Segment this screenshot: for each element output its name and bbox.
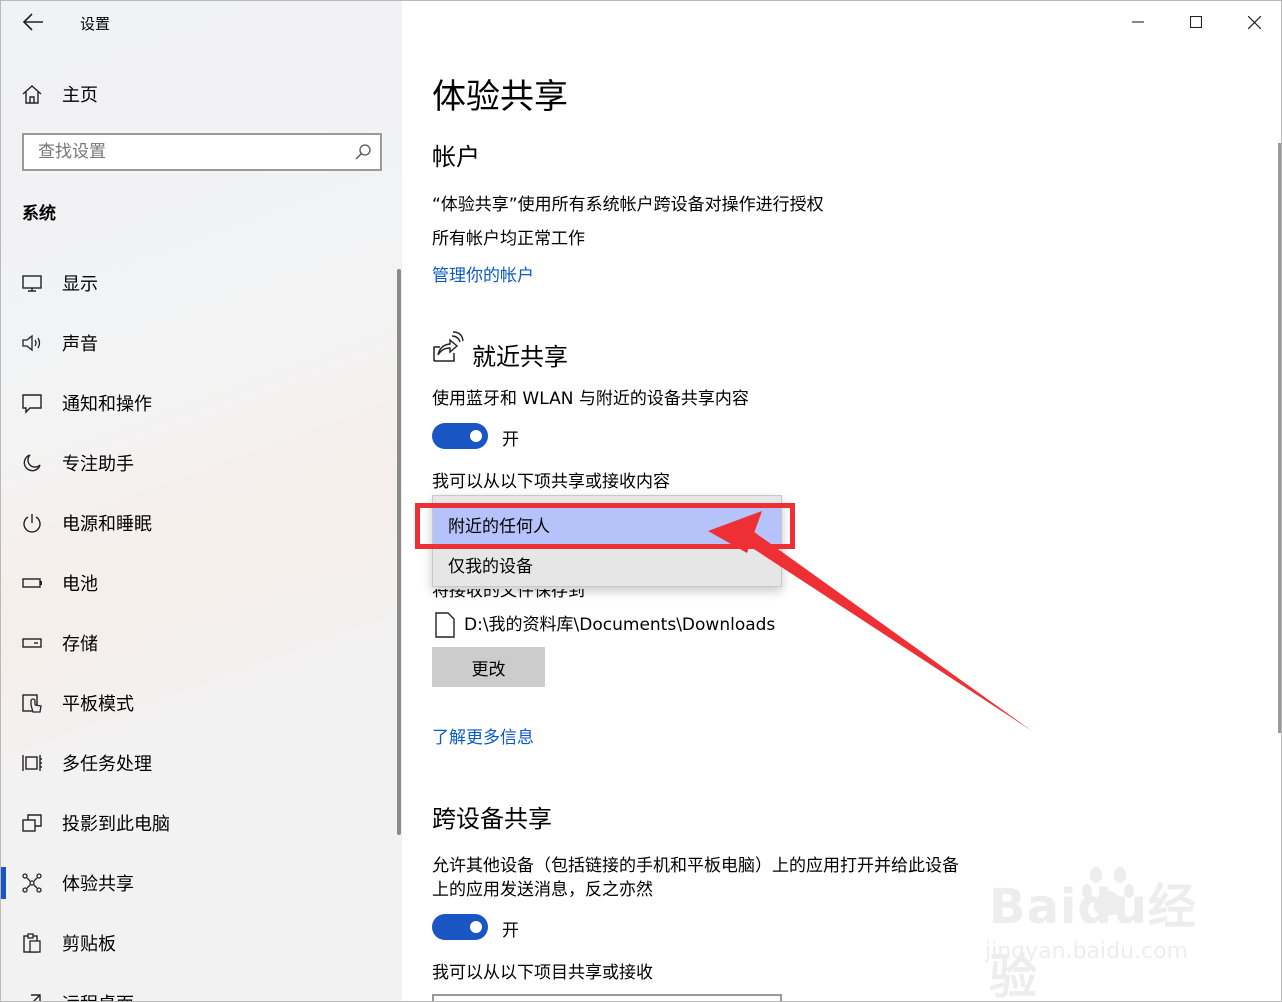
sidebar-item-clipboard[interactable]: 剪贴板	[1, 913, 401, 973]
sidebar-item-projection[interactable]: 投影到此电脑	[1, 793, 401, 853]
sidebar-item-label: 主页	[62, 85, 98, 106]
close-button[interactable]	[1225, 1, 1281, 43]
nearby-sharing-toggle[interactable]	[432, 423, 488, 449]
learn-more-link[interactable]: 了解更多信息	[432, 723, 534, 748]
nearby-share-icon	[433, 331, 464, 362]
sidebar-item-power[interactable]: 电源和睡眠	[1, 493, 401, 553]
dropdown-option-my-devices[interactable]: 仅我的设备	[433, 544, 781, 584]
highlight-box	[415, 503, 795, 549]
remote-desktop-icon	[21, 992, 43, 1001]
cross-device-description-1: 允许其他设备（包括链接的手机和平板电脑）上的应用打开并给此设备	[432, 856, 959, 876]
watermark-brand: Baidu经验	[989, 879, 1197, 1002]
minimize-icon	[1132, 21, 1144, 23]
cross-share-label: 我可以从以下项目共享或接收	[432, 963, 653, 983]
page-title: 体验共享	[432, 77, 568, 117]
nearby-sharing-heading: 就近共享	[472, 343, 568, 371]
sidebar-item-notifications[interactable]: 通知和操作	[1, 373, 401, 433]
tablet-mode-icon	[21, 692, 43, 714]
cross-toggle-label: 开	[502, 921, 519, 941]
close-icon	[1247, 15, 1261, 29]
maximize-button[interactable]	[1167, 1, 1225, 43]
sidebar-item-sound[interactable]: 声音	[1, 313, 401, 373]
sidebar-item-label: 电池	[62, 574, 98, 595]
moon-icon	[21, 452, 43, 474]
account-description: “体验共享”使用所有系统帐户跨设备对操作进行授权	[432, 195, 824, 215]
app-title: 设置	[80, 15, 111, 33]
sidebar-item-label: 电源和睡眠	[62, 514, 152, 535]
sidebar: 设置 主页 系统 显示	[1, 1, 402, 1001]
home-icon	[22, 85, 42, 104]
sidebar-item-label: 投影到此电脑	[62, 814, 170, 835]
search-icon[interactable]	[354, 143, 372, 161]
sidebar-item-storage[interactable]: 存储	[1, 613, 401, 673]
share-from-label: 我可以从以下项共享或接收内容	[432, 472, 670, 492]
nearby-toggle-label: 开	[502, 430, 519, 450]
change-button[interactable]: 更改	[432, 647, 545, 687]
search-box[interactable]	[22, 133, 382, 171]
sidebar-nav: 显示 声音 通知和操作 专注助手 电源和睡眠 电池 存储 平板模式 多任务处理 …	[1, 253, 401, 1001]
sidebar-item-label: 专注助手	[62, 454, 134, 475]
multitasking-icon	[21, 752, 43, 774]
maximize-icon	[1190, 16, 1202, 28]
notification-icon	[21, 392, 43, 414]
watermark: Baidu经验 jingyan.baidu.com	[985, 859, 1225, 1001]
sidebar-item-label: 显示	[62, 274, 98, 295]
nearby-sharing-description: 使用蓝牙和 WLAN 与附近的设备共享内容	[432, 389, 749, 409]
sidebar-item-label: 多任务处理	[62, 754, 152, 775]
main-scrollbar[interactable]	[1278, 143, 1281, 733]
cross-share-dropdown[interactable]	[432, 994, 782, 1001]
sidebar-item-label: 通知和操作	[62, 394, 152, 415]
sidebar-scrollbar[interactable]	[397, 269, 401, 835]
cross-device-toggle[interactable]	[432, 914, 488, 940]
save-path: D:\我的资料库\Documents\Downloads	[464, 615, 776, 635]
sidebar-item-label: 体验共享	[62, 874, 134, 895]
cross-device-heading: 跨设备共享	[432, 805, 552, 833]
sidebar-item-home[interactable]: 主页	[21, 81, 98, 107]
projection-icon	[21, 812, 43, 834]
watermark-url: jingyan.baidu.com	[985, 939, 1189, 964]
battery-icon	[21, 572, 43, 594]
section-label: 系统	[22, 204, 56, 224]
monitor-icon	[21, 272, 43, 294]
cross-device-description-2: 上的应用发送消息，反之亦然	[432, 880, 653, 900]
file-icon	[435, 612, 455, 638]
sidebar-item-battery[interactable]: 电池	[1, 553, 401, 613]
search-input[interactable]	[24, 135, 344, 169]
account-status: 所有帐户均正常工作	[432, 229, 585, 249]
clipboard-icon	[21, 932, 43, 954]
shared-experiences-icon	[21, 872, 43, 894]
sidebar-item-label: 存储	[62, 634, 98, 655]
sidebar-item-multitasking[interactable]: 多任务处理	[1, 733, 401, 793]
account-heading: 帐户	[432, 143, 480, 171]
main-content: 体验共享 帐户 “体验共享”使用所有系统帐户跨设备对操作进行授权 所有帐户均正常…	[402, 1, 1281, 1001]
toggle-knob	[470, 921, 482, 933]
speaker-icon	[21, 332, 43, 354]
power-icon	[21, 512, 43, 534]
storage-icon	[21, 632, 43, 654]
sidebar-item-display[interactable]: 显示	[1, 253, 401, 313]
back-button[interactable]	[21, 11, 45, 33]
minimize-button[interactable]	[1109, 1, 1167, 43]
sidebar-item-label: 远程桌面	[62, 990, 134, 1001]
sidebar-item-label: 声音	[62, 334, 98, 355]
sidebar-item-remote-desktop[interactable]: 远程桌面	[1, 973, 401, 1001]
manage-accounts-link[interactable]: 管理你的帐户	[432, 261, 534, 286]
toggle-knob	[470, 430, 482, 442]
back-arrow-icon	[22, 13, 43, 31]
sidebar-item-tablet-mode[interactable]: 平板模式	[1, 673, 401, 733]
window-controls	[1109, 1, 1281, 43]
sidebar-item-shared-experiences[interactable]: 体验共享	[1, 853, 401, 913]
sidebar-item-label: 平板模式	[62, 694, 134, 715]
sidebar-item-label: 剪贴板	[62, 934, 116, 955]
settings-window: 设置 主页 系统 显示	[0, 0, 1282, 1002]
sidebar-item-focus-assist[interactable]: 专注助手	[1, 433, 401, 493]
